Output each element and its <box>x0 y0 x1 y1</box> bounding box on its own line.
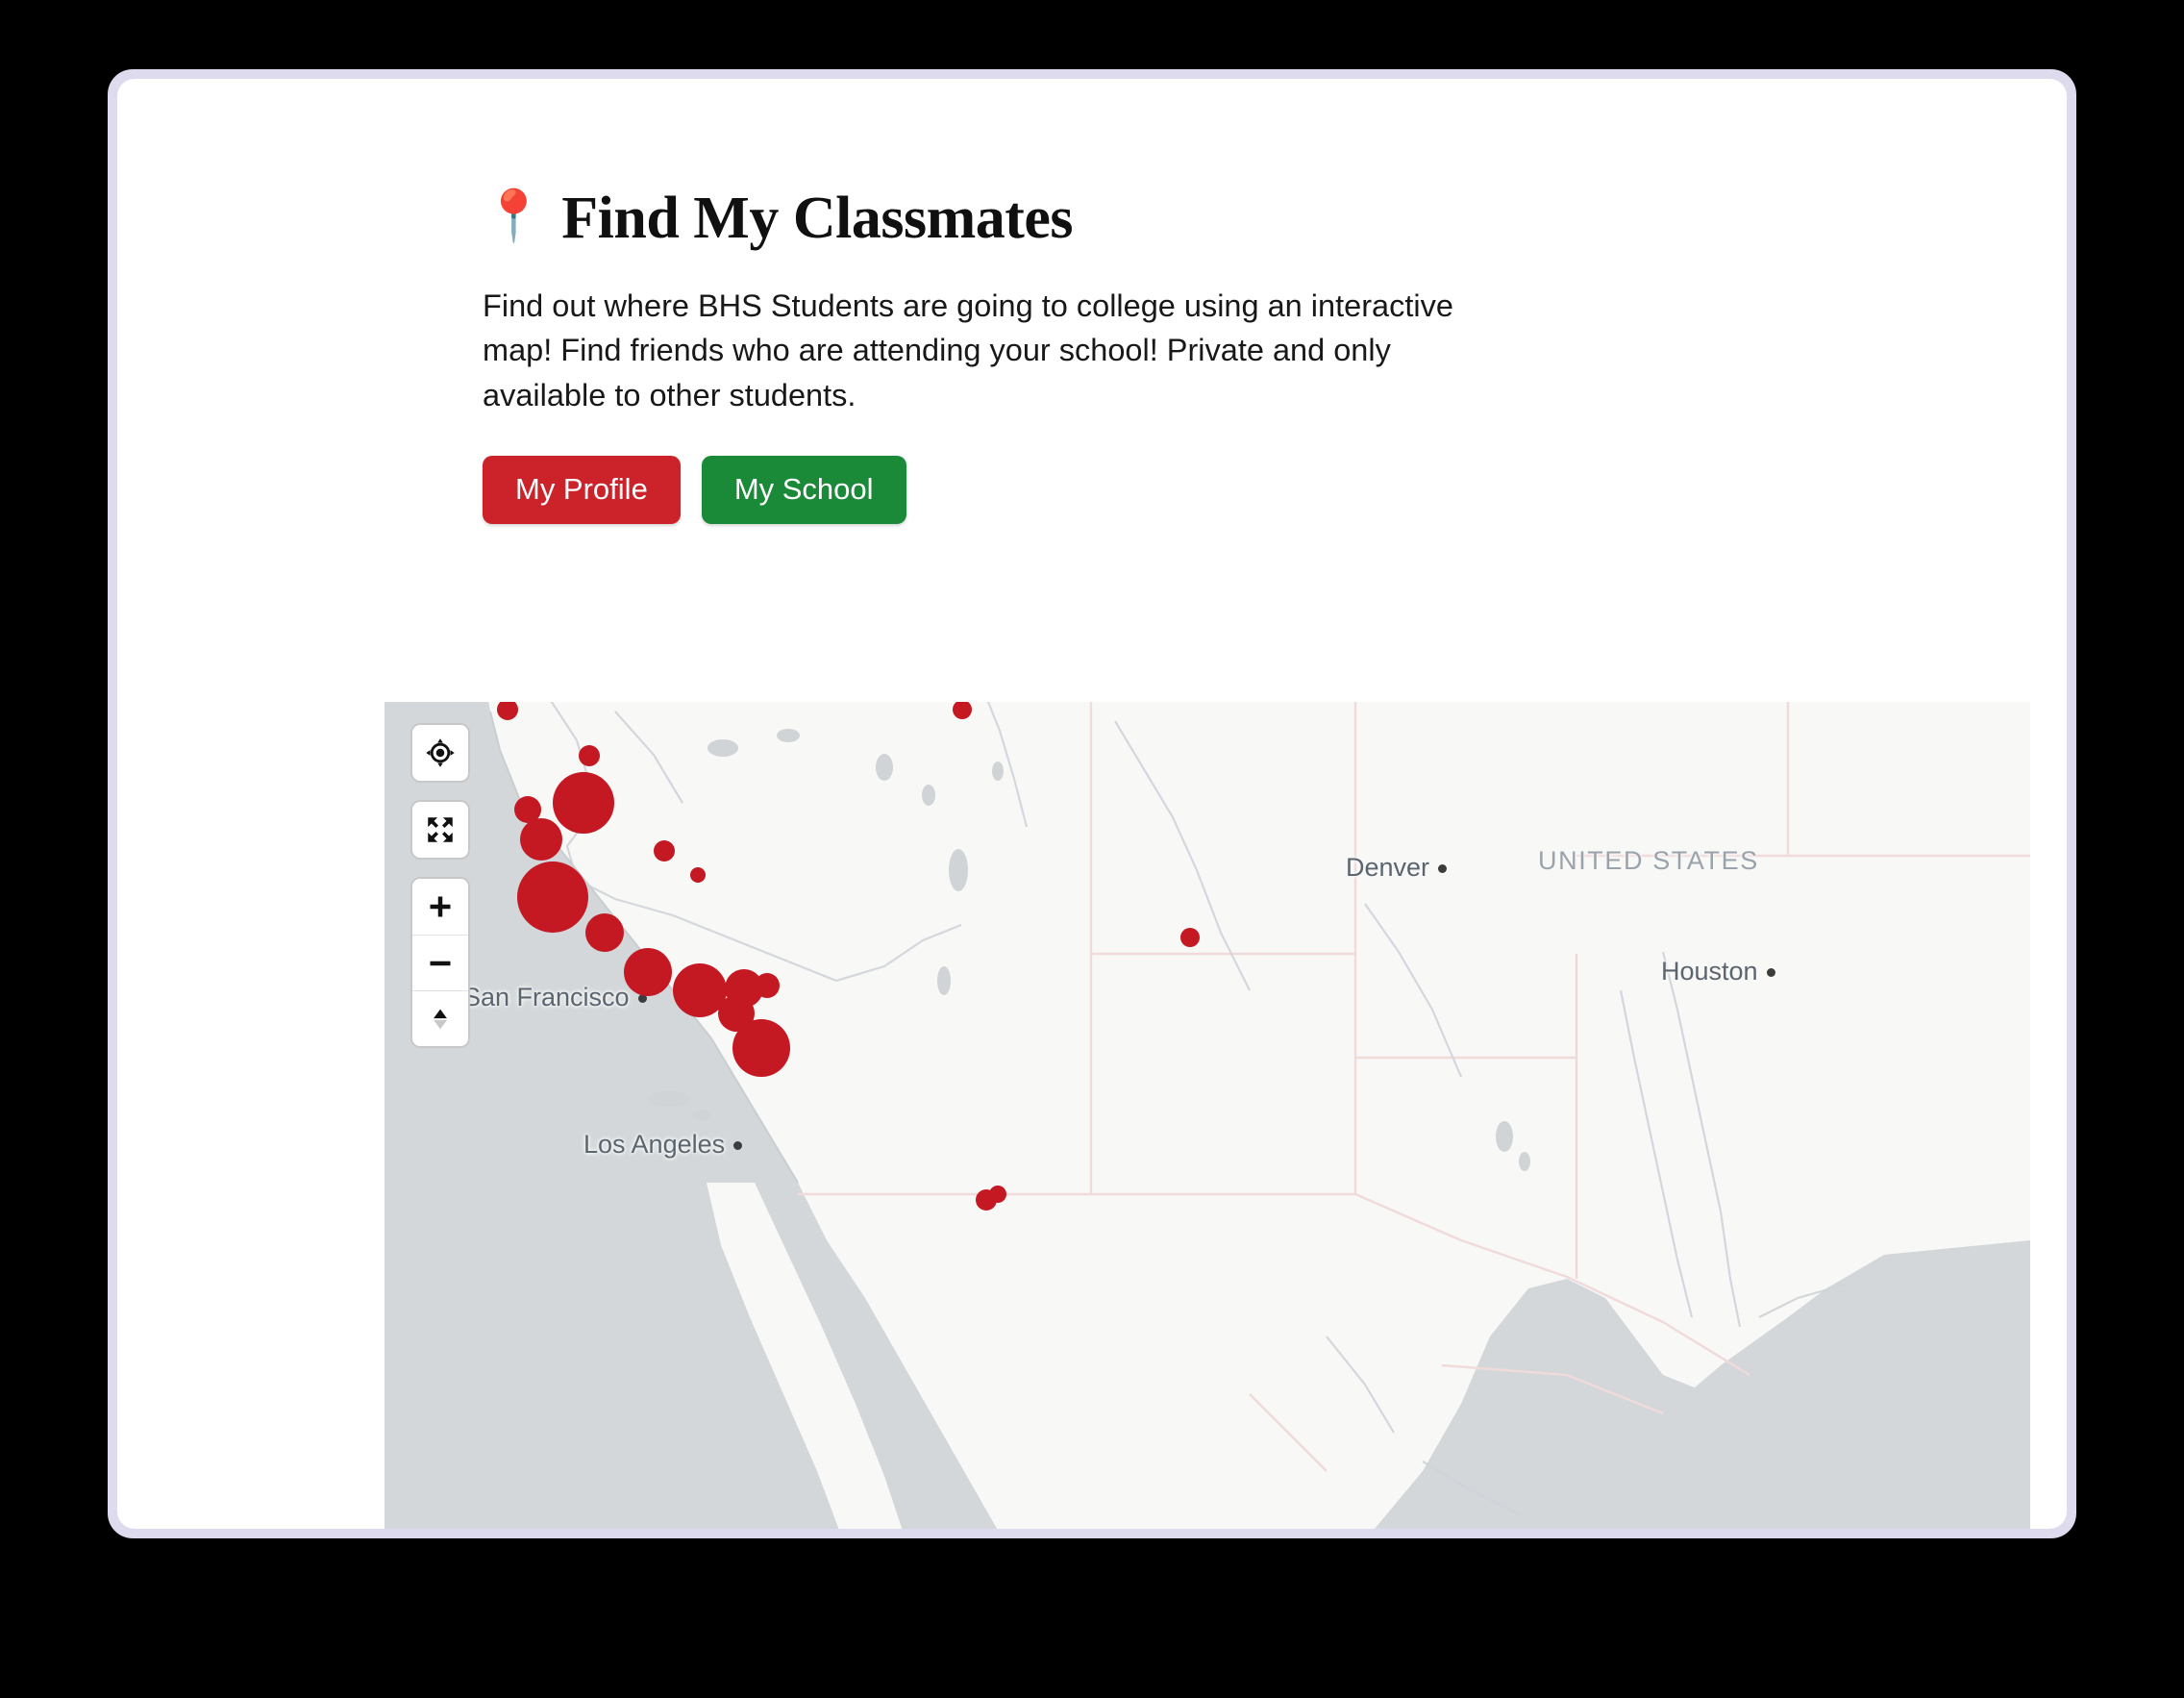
classmates-map[interactable]: San Francisco Los Angeles Denver Houston… <box>385 702 2030 1529</box>
compass-icon <box>434 1009 447 1029</box>
page-header: 📍 Find My Classmates Find out where BHS … <box>483 185 1732 525</box>
student-marker[interactable] <box>585 913 624 952</box>
student-marker[interactable] <box>553 772 614 834</box>
student-marker[interactable] <box>517 861 588 933</box>
student-marker[interactable] <box>654 840 675 861</box>
page-title: 📍 Find My Classmates <box>483 185 1732 253</box>
student-marker[interactable] <box>989 1186 1006 1203</box>
page-title-text: Find My Classmates <box>561 186 1074 251</box>
my-profile-button[interactable]: My Profile <box>483 456 681 525</box>
minus-icon <box>430 961 451 965</box>
page-canvas: 📍 Find My Classmates Find out where BHS … <box>117 79 2067 1529</box>
fullscreen-button[interactable] <box>412 802 468 858</box>
zoom-out-button[interactable] <box>412 935 468 990</box>
page-description: Find out where BHS Students are going to… <box>483 288 1453 412</box>
student-marker[interactable] <box>755 973 780 998</box>
action-button-row: My Profile My School <box>483 456 1732 525</box>
plus-icon <box>430 896 451 917</box>
map-controls <box>410 723 470 1065</box>
student-marker[interactable] <box>690 867 706 883</box>
map-basemap <box>488 702 2030 1529</box>
round-pushpin-icon: 📍 <box>483 188 545 244</box>
compass-button[interactable] <box>412 990 468 1046</box>
geolocate-button[interactable] <box>412 725 468 781</box>
student-marker[interactable] <box>1180 928 1200 947</box>
fullscreen-icon <box>428 817 453 842</box>
zoom-in-button[interactable] <box>412 879 468 935</box>
student-marker[interactable] <box>579 745 600 766</box>
student-marker[interactable] <box>732 1019 790 1077</box>
my-school-button[interactable]: My School <box>701 456 906 525</box>
student-marker[interactable] <box>520 818 562 861</box>
geolocate-control-group <box>410 723 470 783</box>
geolocate-icon <box>426 738 455 767</box>
zoom-control-group <box>410 877 470 1048</box>
fullscreen-control-group <box>410 800 470 860</box>
student-marker[interactable] <box>624 948 672 996</box>
device-frame: 📍 Find My Classmates Find out where BHS … <box>108 69 2076 1538</box>
